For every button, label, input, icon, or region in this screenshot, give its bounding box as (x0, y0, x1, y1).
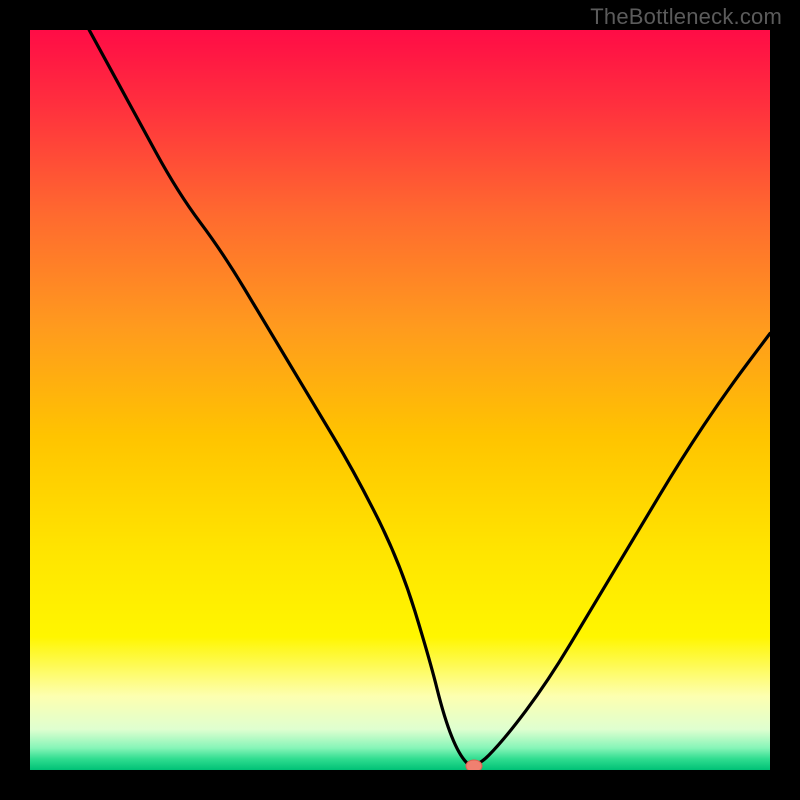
chart-svg (30, 30, 770, 770)
chart-frame: TheBottleneck.com (0, 0, 800, 800)
watermark-text: TheBottleneck.com (590, 4, 782, 30)
optimal-point-marker (466, 760, 482, 770)
plot-area (30, 30, 770, 770)
gradient-background (30, 30, 770, 770)
